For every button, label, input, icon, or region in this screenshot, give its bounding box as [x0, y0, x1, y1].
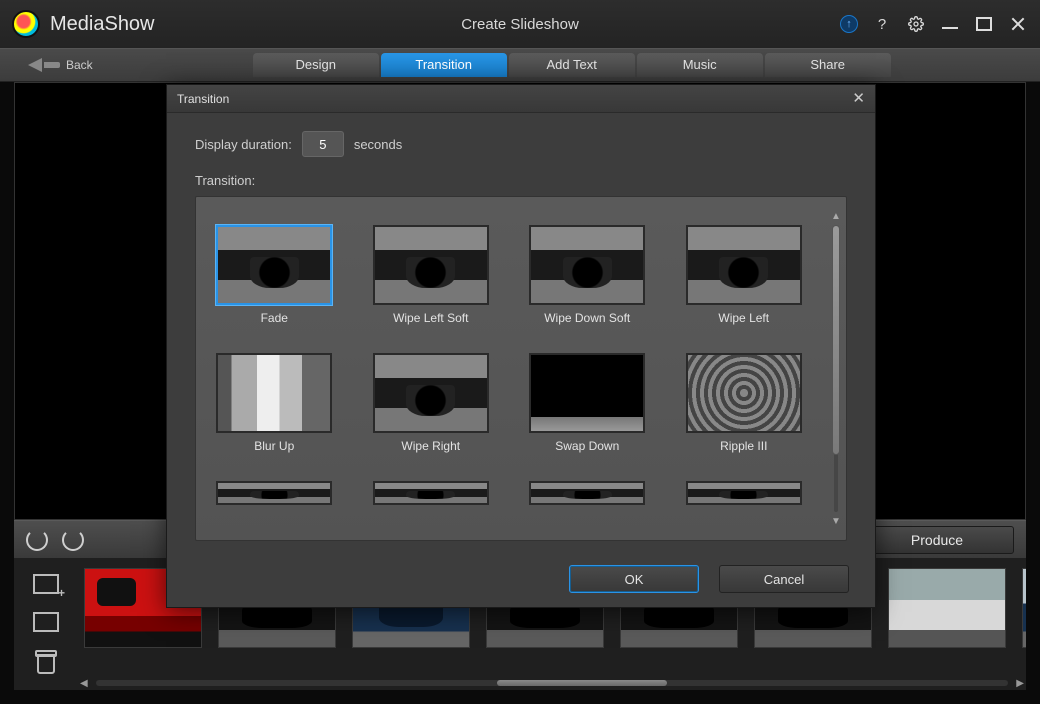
window-title: Create Slideshow — [461, 16, 579, 33]
transition-thumb — [529, 481, 645, 505]
close-button[interactable] — [1008, 14, 1028, 34]
transition-label: Wipe Right — [401, 439, 460, 453]
transition-thumb — [373, 481, 489, 505]
tab-design[interactable]: Design — [253, 53, 379, 77]
ok-button[interactable]: OK — [569, 565, 699, 593]
transition-panel: Fade Wipe Left Soft Wipe Down Soft Wipe Lef… — [195, 196, 847, 541]
transition-label: Ripple III — [720, 439, 767, 453]
transition-label: Fade — [261, 311, 288, 325]
transition-thumb — [686, 481, 802, 505]
transition-dialog: Transition ✕ Display duration: seconds T… — [166, 84, 876, 608]
transition-item[interactable] — [669, 481, 819, 505]
back-button[interactable]: Back — [28, 58, 93, 72]
transition-thumb — [216, 225, 332, 305]
transition-item[interactable]: Ripple III — [669, 353, 819, 453]
transition-scrollbar[interactable]: ▲ ▼ — [832, 211, 840, 526]
tab-share[interactable]: Share — [765, 53, 891, 77]
filmstrip-thumb[interactable] — [888, 568, 1006, 648]
scroll-down-icon[interactable]: ▼ — [830, 516, 842, 526]
tab-music[interactable]: Music — [637, 53, 763, 77]
help-icon[interactable]: ? — [872, 14, 892, 34]
transition-item[interactable] — [356, 481, 506, 505]
transition-thumb — [373, 225, 489, 305]
transition-item[interactable]: Fade — [199, 225, 349, 325]
add-media-icon[interactable] — [33, 574, 59, 594]
transition-label: Wipe Left — [718, 311, 769, 325]
filmstrip-thumb[interactable] — [1022, 568, 1026, 648]
dialog-title: Transition — [177, 92, 229, 106]
cancel-button[interactable]: Cancel — [719, 565, 849, 593]
tab-addtext[interactable]: Add Text — [509, 53, 635, 77]
transition-thumb — [216, 353, 332, 433]
filmstrip-scrollbar[interactable]: ◀ ▶ — [78, 678, 1026, 688]
app-name: MediaShow — [50, 13, 155, 36]
maximize-button[interactable] — [974, 14, 994, 34]
arrow-left-icon — [28, 58, 42, 72]
minimize-button[interactable] — [940, 14, 960, 34]
transition-thumb — [686, 225, 802, 305]
transition-item[interactable]: Wipe Left — [669, 225, 819, 325]
produce-button[interactable]: Produce — [860, 526, 1014, 554]
transition-item[interactable]: Swap Down — [512, 353, 662, 453]
tab-transition[interactable]: Transition — [381, 53, 507, 77]
transition-item[interactable]: Wipe Right — [356, 353, 506, 453]
transition-thumb — [686, 353, 802, 433]
transition-label: Blur Up — [254, 439, 294, 453]
dialog-close-icon[interactable]: ✕ — [852, 91, 865, 106]
duration-input[interactable] — [302, 131, 344, 157]
add-blank-icon[interactable] — [33, 612, 59, 632]
duration-unit: seconds — [354, 137, 402, 152]
delete-icon[interactable] — [35, 650, 57, 674]
transition-label: Swap Down — [555, 439, 619, 453]
dialog-titlebar: Transition ✕ — [167, 85, 875, 113]
transition-item[interactable] — [512, 481, 662, 505]
title-bar: MediaShow Create Slideshow ? — [0, 0, 1040, 48]
transition-list-label: Transition: — [195, 173, 847, 188]
transition-label: Wipe Down Soft — [544, 311, 630, 325]
scroll-left-icon[interactable]: ◀ — [80, 678, 88, 689]
rotate-cw-icon[interactable] — [62, 529, 84, 551]
transition-item[interactable]: Wipe Down Soft — [512, 225, 662, 325]
rotate-ccw-icon[interactable] — [26, 529, 48, 551]
duration-label: Display duration: — [195, 137, 292, 152]
tab-bar: Back DesignTransitionAdd TextMusicShare — [0, 48, 1040, 82]
transition-thumb — [529, 225, 645, 305]
settings-icon[interactable] — [906, 14, 926, 34]
app-logo-icon — [12, 10, 40, 38]
transition-item[interactable]: Blur Up — [199, 353, 349, 453]
scroll-right-icon[interactable]: ▶ — [1016, 678, 1024, 689]
transition-item[interactable]: Wipe Left Soft — [356, 225, 506, 325]
transition-thumb — [373, 353, 489, 433]
transition-label: Wipe Left Soft — [393, 311, 468, 325]
scroll-up-icon[interactable]: ▲ — [830, 211, 842, 221]
transition-item[interactable] — [199, 481, 349, 505]
update-icon[interactable] — [840, 15, 858, 33]
back-label: Back — [66, 58, 93, 72]
transition-thumb — [529, 353, 645, 433]
transition-thumb — [216, 481, 332, 505]
